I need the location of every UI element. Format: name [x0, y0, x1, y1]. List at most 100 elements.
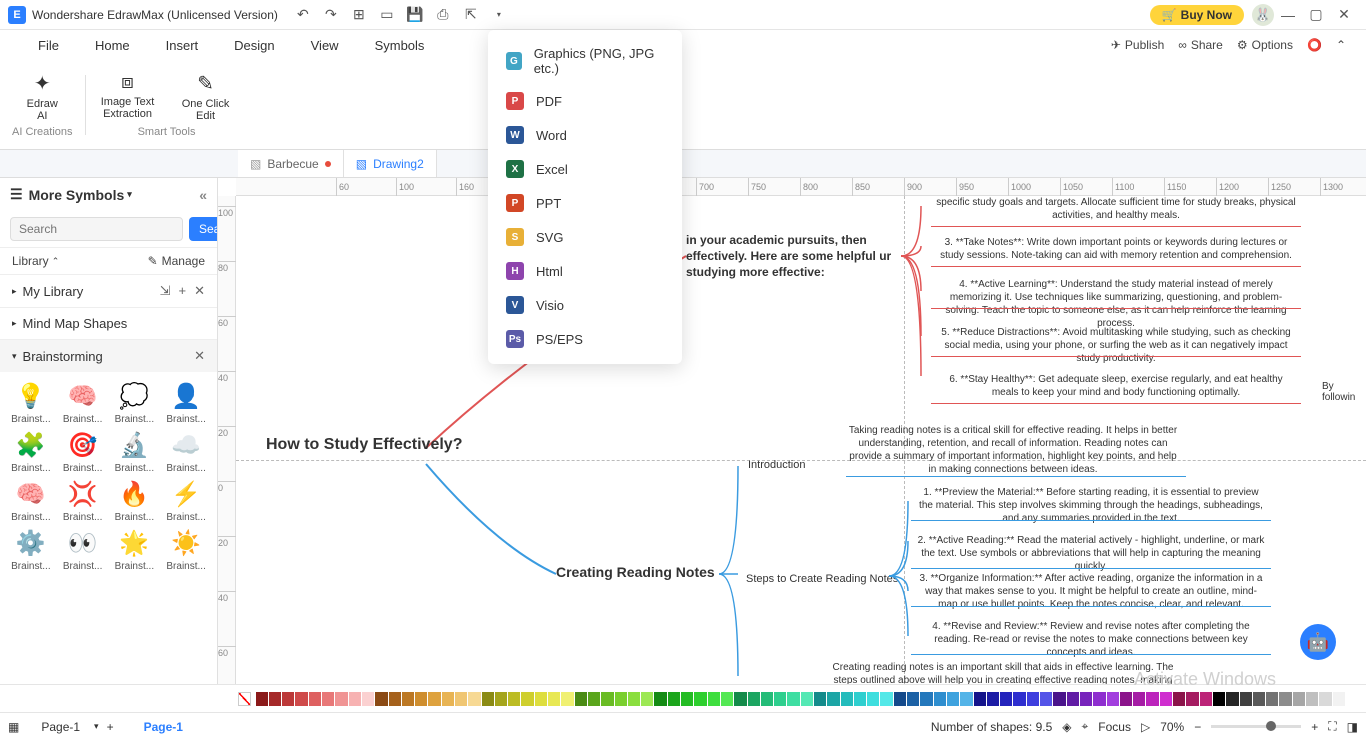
color-swatch[interactable] — [1173, 692, 1185, 706]
save-icon[interactable]: 💾 — [404, 4, 426, 26]
color-swatch[interactable] — [787, 692, 799, 706]
color-swatch[interactable] — [668, 692, 680, 706]
print-icon[interactable]: ⎙ — [432, 4, 454, 26]
shape-item[interactable]: 🧩Brainst... — [6, 427, 56, 474]
color-swatch[interactable] — [641, 692, 653, 706]
shape-item[interactable]: 🔬Brainst... — [110, 427, 160, 474]
color-swatch[interactable] — [1146, 692, 1158, 706]
color-swatch[interactable] — [801, 692, 813, 706]
export-item-html[interactable]: HHtml — [488, 254, 682, 288]
menu-home[interactable]: Home — [77, 38, 148, 53]
grid-view-icon[interactable]: ▦ — [8, 720, 19, 734]
undo-icon[interactable]: ↶ — [292, 4, 314, 26]
color-swatch[interactable] — [349, 692, 361, 706]
color-swatch[interactable] — [428, 692, 440, 706]
new-icon[interactable]: ⊞ — [348, 4, 370, 26]
zoom-in-icon[interactable]: + — [1311, 720, 1318, 734]
options-button[interactable]: ⚙Options — [1237, 38, 1293, 52]
redo-icon[interactable]: ↷ — [320, 4, 342, 26]
shape-item[interactable]: 💢Brainst... — [58, 476, 108, 523]
play-icon[interactable]: ▷ — [1141, 720, 1150, 734]
close-section-icon[interactable]: ✕ — [194, 283, 205, 299]
color-swatch[interactable] — [841, 692, 853, 706]
panel-toggle-icon[interactable]: ◨ — [1347, 720, 1358, 734]
color-swatch[interactable] — [335, 692, 347, 706]
color-swatch[interactable] — [282, 692, 294, 706]
color-swatch[interactable] — [947, 692, 959, 706]
manage-button[interactable]: ✎Manage — [148, 254, 205, 268]
color-swatch[interactable] — [694, 692, 706, 706]
color-swatch[interactable] — [415, 692, 427, 706]
shape-item[interactable]: ⚙️Brainst... — [6, 525, 56, 572]
color-swatch[interactable] — [827, 692, 839, 706]
color-swatch[interactable] — [1293, 692, 1305, 706]
color-swatch[interactable] — [1226, 692, 1238, 706]
add-page-icon[interactable]: + — [107, 720, 114, 734]
color-swatch[interactable] — [601, 692, 613, 706]
dropdown-icon[interactable]: ▾ — [127, 189, 132, 200]
page-dropdown-icon[interactable]: ▾ — [94, 721, 99, 732]
shape-item[interactable]: 💭Brainst... — [110, 378, 160, 425]
zoom-slider[interactable] — [1211, 725, 1301, 728]
color-swatch[interactable] — [934, 692, 946, 706]
export-item-word[interactable]: WWord — [488, 118, 682, 152]
color-swatch[interactable] — [1040, 692, 1052, 706]
color-swatch[interactable] — [1107, 692, 1119, 706]
active-page-label[interactable]: Page-1 — [144, 720, 183, 734]
color-swatch[interactable] — [508, 692, 520, 706]
shape-item[interactable]: 🔥Brainst... — [110, 476, 160, 523]
mind-map-shapes-section[interactable]: ▸ Mind Map Shapes — [0, 307, 217, 339]
shape-item[interactable]: ⚡Brainst... — [161, 476, 211, 523]
color-swatch[interactable] — [960, 692, 972, 706]
focus-target-icon[interactable]: ⌖ — [1082, 719, 1089, 734]
color-swatch[interactable] — [854, 692, 866, 706]
search-button[interactable]: Search — [189, 217, 218, 241]
color-swatch[interactable] — [322, 692, 334, 706]
color-swatch[interactable] — [1253, 692, 1265, 706]
color-swatch[interactable] — [708, 692, 720, 706]
close-section-icon[interactable]: ✕ — [194, 348, 205, 364]
collapse-sidebar-icon[interactable]: « — [199, 187, 207, 203]
shape-item[interactable]: 🧠Brainst... — [58, 378, 108, 425]
color-swatch[interactable] — [295, 692, 307, 706]
search-input[interactable] — [10, 217, 183, 241]
color-swatch[interactable] — [1346, 692, 1358, 706]
layers-icon[interactable]: ◈ — [1062, 720, 1071, 734]
color-swatch[interactable] — [1333, 692, 1345, 706]
collapse-ribbon-icon[interactable]: ⌃ — [1336, 38, 1346, 52]
color-swatch[interactable] — [907, 692, 919, 706]
color-swatch[interactable] — [681, 692, 693, 706]
shape-item[interactable]: 🎯Brainst... — [58, 427, 108, 474]
color-swatch[interactable] — [1093, 692, 1105, 706]
color-swatch[interactable] — [455, 692, 467, 706]
import-icon[interactable]: ⇲ — [160, 283, 171, 299]
one-click-edit-button[interactable]: ✎One Click Edit — [176, 71, 236, 122]
shape-item[interactable]: 👤Brainst... — [161, 378, 211, 425]
edraw-ai-button[interactable]: ✦Edraw AI — [12, 71, 72, 122]
color-swatch[interactable] — [1000, 692, 1012, 706]
export-item-graphicspngjpgetc[interactable]: GGraphics (PNG, JPG etc.) — [488, 38, 682, 84]
user-avatar[interactable]: 🐰 — [1252, 4, 1274, 26]
color-swatch[interactable] — [1013, 692, 1025, 706]
color-swatch[interactable] — [1133, 692, 1145, 706]
menu-view[interactable]: View — [293, 38, 357, 53]
color-swatch[interactable] — [269, 692, 281, 706]
color-swatch[interactable] — [468, 692, 480, 706]
shape-item[interactable]: ☀️Brainst... — [161, 525, 211, 572]
color-swatch[interactable] — [521, 692, 533, 706]
color-swatch[interactable] — [1160, 692, 1172, 706]
menu-design[interactable]: Design — [216, 38, 292, 53]
export-item-pdf[interactable]: PPDF — [488, 84, 682, 118]
fit-page-icon[interactable]: ⛶ — [1328, 719, 1336, 734]
minimize-icon[interactable]: — — [1277, 4, 1299, 26]
color-swatch[interactable] — [814, 692, 826, 706]
buy-now-button[interactable]: 🛒Buy Now — [1150, 5, 1244, 25]
chevron-up-icon[interactable]: ⌃ — [52, 256, 60, 267]
color-swatch[interactable] — [974, 692, 986, 706]
color-swatch[interactable] — [402, 692, 414, 706]
shape-item[interactable]: 💡Brainst... — [6, 378, 56, 425]
color-swatch[interactable] — [1067, 692, 1079, 706]
color-swatch[interactable] — [482, 692, 494, 706]
color-swatch[interactable] — [654, 692, 666, 706]
shape-item[interactable]: 🌟Brainst... — [110, 525, 160, 572]
